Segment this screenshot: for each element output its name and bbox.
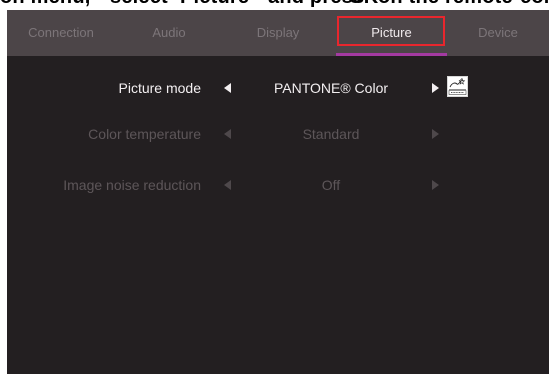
caption-text: select (110, 0, 168, 8)
settings-screen: Connection Audio Display Picture Device … (7, 10, 549, 374)
setting-row-image-noise-reduction[interactable]: Image noise reduction Off (7, 173, 549, 197)
arrow-right-icon[interactable] (432, 83, 439, 93)
tab-bar: Connection Audio Display Picture Device (7, 10, 549, 56)
caption-text: on menu, (0, 0, 91, 8)
active-tab-indicator (336, 53, 447, 56)
setting-value: Standard (302, 126, 360, 142)
setting-row-picture-mode[interactable]: Picture mode PANTONE® Color (7, 76, 549, 100)
setting-label: Color temperature (88, 126, 201, 142)
instruction-caption: on menu, select Picture and press OK on … (0, 0, 549, 8)
arrow-right-icon[interactable] (432, 180, 439, 190)
tab-connection[interactable]: Connection (7, 10, 115, 56)
tab-device[interactable]: Device (447, 10, 549, 56)
tab-picture[interactable]: Picture (336, 10, 447, 56)
energy-star-icon (447, 76, 468, 97)
tab-audio[interactable]: Audio (115, 10, 223, 56)
caption-text: Picture (180, 0, 249, 8)
tab-display[interactable]: Display (223, 10, 333, 56)
page: on menu, select Picture and press OK on … (0, 0, 549, 374)
arrow-right-icon[interactable] (432, 129, 439, 139)
caption-text: contr (520, 0, 549, 8)
setting-value: Off (321, 177, 341, 193)
arrow-left-icon[interactable] (224, 129, 231, 139)
setting-value: PANTONE® Color (273, 80, 389, 96)
arrow-left-icon[interactable] (224, 83, 231, 93)
setting-label: Image noise reduction (63, 177, 201, 193)
setting-row-color-temperature[interactable]: Color temperature Standard (7, 122, 549, 146)
setting-label: Picture mode (118, 80, 201, 96)
caption-text: OK (348, 0, 378, 8)
caption-text: on the remote (378, 0, 513, 8)
arrow-left-icon[interactable] (224, 180, 231, 190)
